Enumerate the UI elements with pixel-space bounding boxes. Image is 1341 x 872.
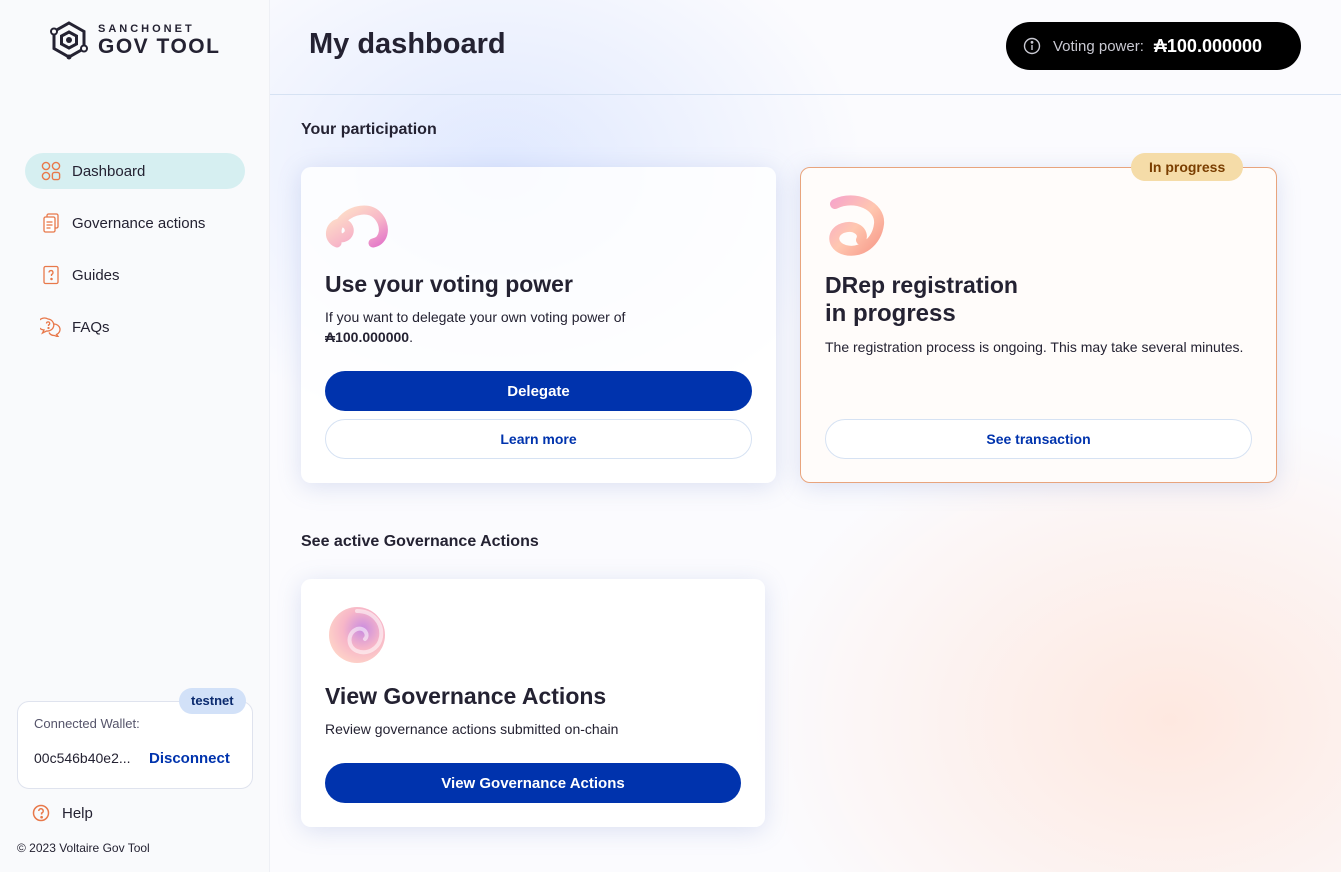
wallet-label: Connected Wallet: <box>34 716 140 731</box>
wallet-id: 00c546b40e2... <box>34 750 131 766</box>
card-title: Use your voting power <box>325 271 573 297</box>
sidebar-item-label: Guides <box>72 266 120 284</box>
card-title: DRep registration <box>825 272 1018 298</box>
logo-hexagon-icon <box>50 21 88 60</box>
sidebar-item-guides[interactable]: Guides <box>25 257 245 293</box>
participation-section-title: Your participation <box>301 121 437 138</box>
voting-power-card: Use your voting power If you want to del… <box>301 167 776 483</box>
governance-actions-card: View Governance Actions Review governanc… <box>301 579 765 827</box>
sidebar-item-dashboard[interactable]: Dashboard <box>25 153 245 189</box>
ring-illustration-icon <box>829 195 884 256</box>
disconnect-button[interactable]: Disconnect <box>149 750 230 767</box>
delegate-button[interactable]: Delegate <box>325 371 752 411</box>
swirl-illustration-icon <box>326 205 388 248</box>
see-transaction-button[interactable]: See transaction <box>825 419 1252 459</box>
network-badge: testnet <box>179 688 246 714</box>
description-text: If you want to delegate your own voting … <box>325 309 626 325</box>
card-description: Review governance actions submitted on-c… <box>325 721 619 737</box>
description-period: . <box>409 329 413 345</box>
governance-section-title: See active Governance Actions <box>301 533 539 550</box>
voting-power-value: ₳100.000000 <box>1153 35 1263 56</box>
logo-bottom-text: GOV TOOL <box>98 35 221 58</box>
status-badge: In progress <box>1131 153 1244 181</box>
sidebar-item-faqs[interactable]: FAQs <box>25 309 245 345</box>
copyright-text: © 2023 Voltaire Gov Tool <box>17 841 150 855</box>
drep-registration-card: DRep registration in progress The regist… <box>800 167 1277 483</box>
help-link[interactable]: Help <box>32 804 93 822</box>
voting-amount: ₳100.000000 <box>325 329 410 345</box>
sidebar-item-label: Dashboard <box>72 162 146 180</box>
card-description: If you want to delegate your own voting … <box>325 307 755 347</box>
voting-power-label: Voting power: <box>1053 37 1144 55</box>
sidebar-item-label: Governance actions <box>72 214 206 232</box>
view-governance-actions-button[interactable]: View Governance Actions <box>325 763 741 803</box>
logo-top-text: SANCHONET <box>98 23 195 35</box>
guide-question-icon <box>40 264 62 286</box>
page-header: My dashboard Voting power: ₳100.000000 <box>270 0 1341 95</box>
help-label: Help <box>62 804 93 822</box>
sidebar-item-governance-actions[interactable]: Governance actions <box>25 205 245 241</box>
sidebar-nav: Dashboard Governance actions Guides FAQs <box>25 153 245 361</box>
card-title: View Governance Actions <box>325 683 607 709</box>
documents-icon <box>40 212 62 234</box>
connected-wallet-panel: Connected Wallet: 00c546b40e2... Disconn… <box>17 701 253 789</box>
help-question-icon <box>32 804 50 822</box>
info-icon[interactable] <box>1023 37 1041 55</box>
spiral-illustration-icon <box>329 607 385 663</box>
card-description: The registration process is ongoing. Thi… <box>825 339 1244 355</box>
sidebar-item-label: FAQs <box>72 318 110 336</box>
voting-power-pill: Voting power: ₳100.000000 <box>1006 22 1301 70</box>
app-logo[interactable]: SANCHONET GOV TOOL <box>48 20 220 60</box>
sidebar: SANCHONET GOV TOOL Dashboard Governance … <box>0 0 270 872</box>
learn-more-button[interactable]: Learn more <box>325 419 752 459</box>
card-subtitle: in progress <box>825 300 956 327</box>
dashboard-grid-icon <box>40 160 62 182</box>
faq-chat-icon <box>40 316 62 338</box>
page-title: My dashboard <box>309 28 506 60</box>
main-content: My dashboard Voting power: ₳100.000000 Y… <box>270 0 1341 872</box>
